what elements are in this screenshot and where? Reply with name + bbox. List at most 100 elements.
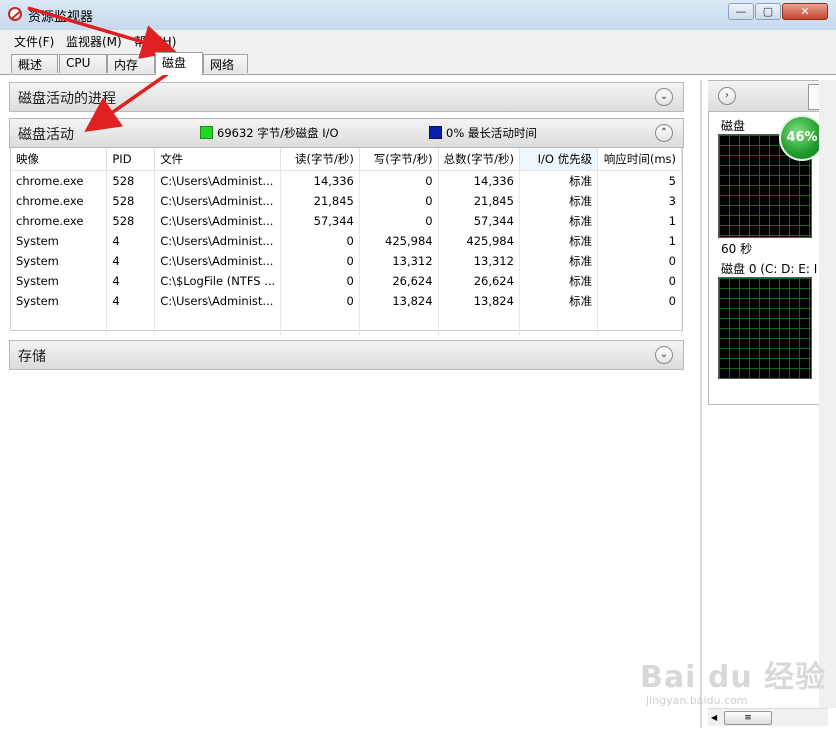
cell-total: 425,984 [438, 231, 520, 251]
cell-io-priority: 标准 [519, 271, 599, 291]
column-header-response-time[interactable]: 响应时间(ms) [597, 148, 682, 171]
cell-total: 26,624 [438, 271, 520, 291]
window-title: 资源监视器 [28, 10, 94, 25]
empty-cell [359, 311, 439, 337]
cell-io-priority: 标准 [519, 291, 599, 311]
disk-graph-label: 磁盘 [721, 119, 746, 133]
menu-monitor[interactable]: 监视器(M) [66, 33, 122, 50]
cell-pid: 528 [106, 211, 156, 231]
cell-write: 13,824 [359, 291, 439, 311]
expand-chevron-icon[interactable]: ⌄ [655, 346, 673, 364]
io-legend-swatch [200, 126, 213, 139]
cell-image: System [11, 271, 108, 291]
table-row[interactable]: System 4 C:\$LogFile (NTFS ... 0 26,624 26,62… [11, 271, 682, 291]
section-title: 存储 [18, 349, 46, 365]
cell-response-time: 3 [597, 191, 682, 211]
active-time-legend-label: 0% 最长活动时间 [446, 126, 537, 140]
column-header-total[interactable]: 总数(字节/秒) [438, 148, 520, 171]
column-header-pid[interactable]: PID [106, 148, 156, 171]
cell-io-priority: 标准 [519, 191, 599, 211]
horizontal-scrollbar[interactable]: ◀ ≡ [708, 708, 828, 726]
cell-read: 0 [280, 251, 360, 271]
tab-memory[interactable]: 内存 [107, 54, 155, 73]
graph-pane-header: › [708, 81, 836, 112]
cell-pid: 4 [106, 231, 156, 251]
empty-cell [597, 311, 682, 337]
storage-section-header[interactable]: 存储 ⌄ [9, 340, 684, 370]
cell-file: C:\Users\Administ... [154, 191, 282, 211]
cell-read: 0 [280, 291, 360, 311]
cell-image: System [11, 231, 108, 251]
disk0-activity-graph [718, 277, 812, 379]
tab-network[interactable]: 网络 [203, 54, 248, 73]
disk-activity-table: 映像 PID 文件 读(字节/秒) 写(字节/秒) 总数(字节/秒) I/O 优… [11, 148, 682, 337]
table-row[interactable]: System 4 C:\Users\Administ... 0 13,312 13,312… [11, 251, 682, 271]
vertical-scrollbar[interactable] [819, 80, 836, 708]
cell-response-time: 0 [597, 271, 682, 291]
cell-total: 13,824 [438, 291, 520, 311]
menu-bar [0, 30, 836, 50]
cell-pid: 4 [106, 271, 156, 291]
cell-file: C:\Users\Administ... [154, 211, 282, 231]
cell-response-time: 5 [597, 170, 682, 191]
empty-cell [280, 311, 360, 337]
scroll-left-icon[interactable]: ◀ [711, 713, 717, 722]
empty-cell [519, 311, 599, 337]
table-row[interactable]: chrome.exe 528 C:\Users\Administ... 21,845 0… [11, 191, 682, 211]
table-row[interactable]: chrome.exe 528 C:\Users\Administ... 14,336 0… [11, 170, 682, 191]
cell-write: 26,624 [359, 271, 439, 291]
column-header-write[interactable]: 写(字节/秒) [359, 148, 439, 171]
column-header-io-priority[interactable]: I/O 优先级 [519, 148, 599, 171]
cell-image: chrome.exe [11, 170, 108, 191]
menu-file[interactable]: 文件(F) [14, 33, 54, 50]
minimize-button[interactable]: — [728, 3, 754, 20]
table-row[interactable]: System 4 C:\Users\Administ... 0 13,824 13,824… [11, 291, 682, 311]
maximize-button[interactable]: ▢ [755, 3, 781, 20]
active-time-legend-swatch [429, 126, 442, 139]
tab-disk[interactable]: 磁盘 [155, 52, 203, 75]
table-row[interactable]: System 4 C:\Users\Administ... 0 425,984 425,9… [11, 231, 682, 251]
cell-file: C:\Users\Administ... [154, 291, 282, 311]
column-header-image[interactable]: 映像 [11, 148, 108, 171]
cell-pid: 528 [106, 170, 156, 191]
cell-read: 21,845 [280, 191, 360, 211]
io-legend-label: 69632 字节/秒磁盘 I/O [217, 126, 339, 140]
table-row[interactable]: chrome.exe 528 C:\Users\Administ... 57,344 0… [11, 211, 682, 231]
pane-splitter[interactable] [700, 80, 702, 728]
disk-activity-table-panel: 映像 PID 文件 读(字节/秒) 写(字节/秒) 总数(字节/秒) I/O 优… [10, 148, 683, 337]
collapse-chevron-icon[interactable]: ⌃ [655, 124, 673, 142]
cell-response-time: 0 [597, 251, 682, 271]
cell-file: C:\Users\Administ... [154, 251, 282, 271]
menu-help[interactable]: 帮助(H) [134, 33, 176, 50]
cell-write: 0 [359, 170, 439, 191]
expand-chevron-icon[interactable]: ⌄ [655, 88, 673, 106]
chevron-right-icon[interactable]: › [718, 87, 736, 105]
scroll-thumb[interactable]: ≡ [724, 711, 772, 725]
cell-response-time: 1 [597, 211, 682, 231]
tab-cpu[interactable]: CPU [59, 54, 107, 73]
cell-pid: 4 [106, 251, 156, 271]
cell-write: 0 [359, 211, 439, 231]
tab-overview[interactable]: 概述 [11, 54, 58, 73]
close-button[interactable]: ✕ [782, 3, 828, 20]
column-header-file[interactable]: 文件 [154, 148, 282, 171]
disk-activity-section-header[interactable]: 磁盘活动 69632 字节/秒磁盘 I/O 0% 最长活动时间 ⌃ [9, 118, 684, 148]
cell-total: 21,845 [438, 191, 520, 211]
title-bar [0, 0, 836, 31]
time-span-label: 60 秒 [721, 242, 753, 256]
resource-monitor-icon [8, 7, 22, 21]
cell-total: 13,312 [438, 251, 520, 271]
cell-read: 14,336 [280, 170, 360, 191]
table-header-row: 映像 PID 文件 读(字节/秒) 写(字节/秒) 总数(字节/秒) I/O 优… [11, 148, 682, 171]
cell-file: C:\Users\Administ... [154, 231, 282, 251]
cell-read: 0 [280, 271, 360, 291]
cell-response-time: 1 [597, 231, 682, 251]
cell-io-priority: 标准 [519, 251, 599, 271]
column-header-read[interactable]: 读(字节/秒) [280, 148, 360, 171]
cell-read: 0 [280, 231, 360, 251]
processes-section-header[interactable]: 磁盘活动的进程 ⌄ [9, 82, 684, 112]
empty-cell [438, 311, 520, 337]
empty-cell [11, 311, 108, 337]
cell-pid: 528 [106, 191, 156, 211]
cell-file: C:\$LogFile (NTFS ... [154, 271, 282, 291]
